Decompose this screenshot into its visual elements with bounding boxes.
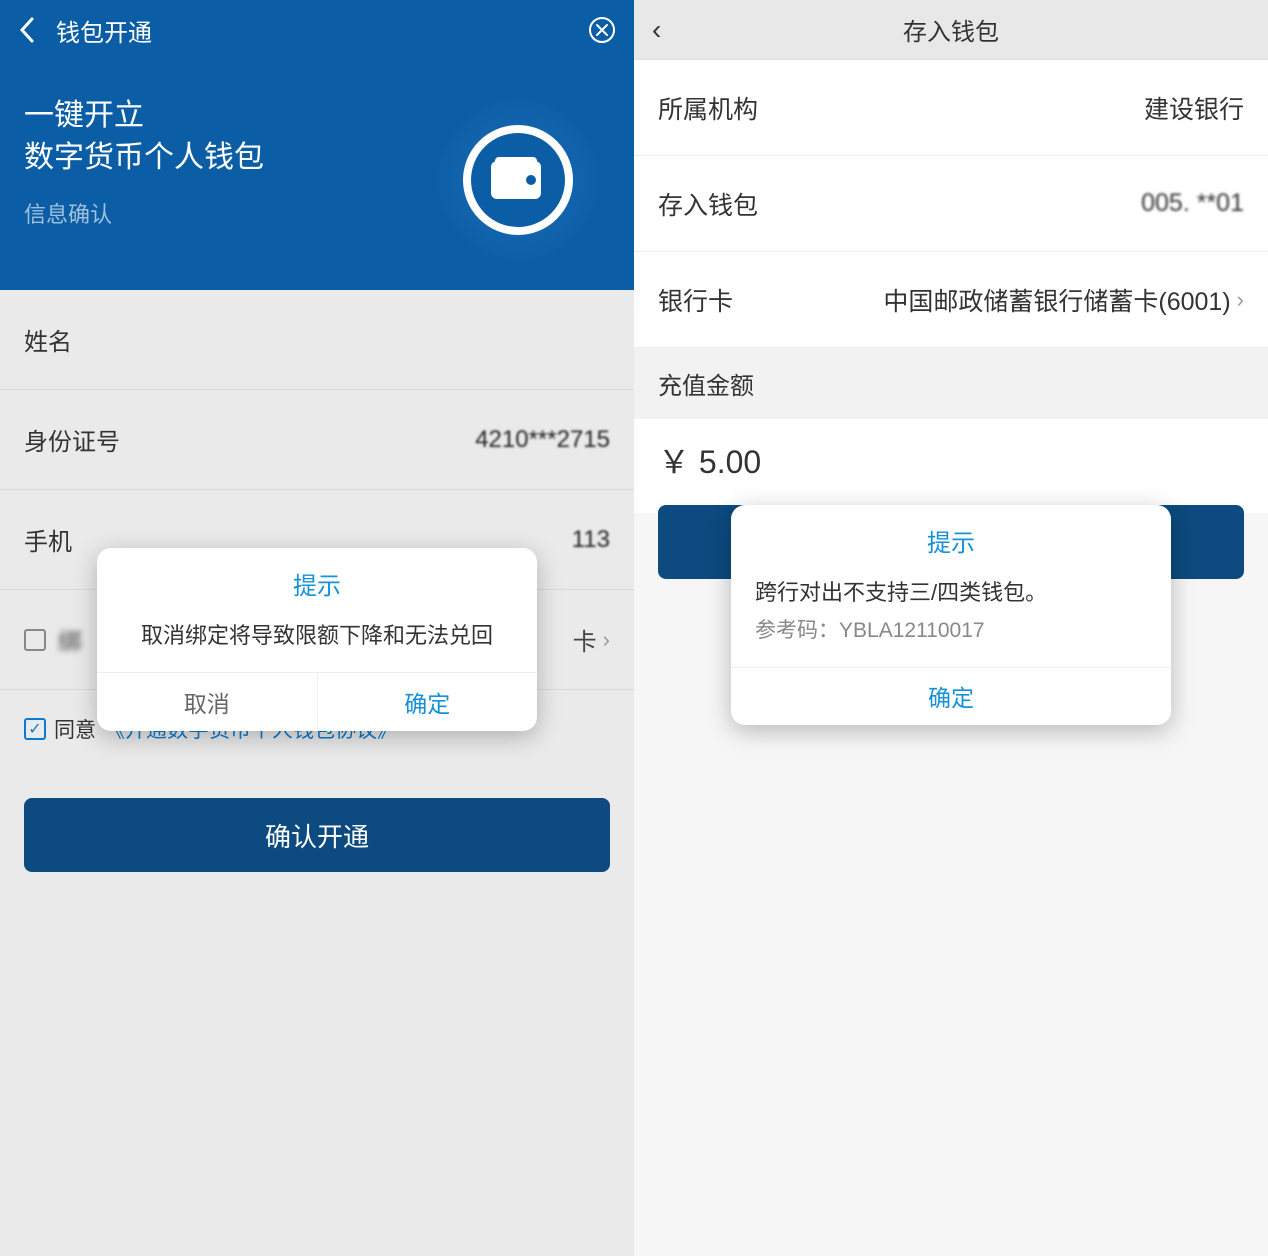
amount-label: 充值金额 [634, 348, 1268, 419]
wallet-value: 005. **01 [1141, 189, 1244, 218]
dialog-body: 跨行对出不支持三/四类钱包。 参考码：YBLA12110017 [731, 568, 1171, 667]
dialog-ok-button[interactable]: 确定 [318, 673, 538, 731]
alert-dialog: 提示 取消绑定将导致限额下降和无法兑回 取消 确定 [97, 548, 537, 731]
amount-value[interactable]: ￥ 5.00 [634, 419, 1268, 513]
field-id-value: 4210***2715 [475, 426, 610, 454]
page-title: 存入钱包 [903, 12, 999, 47]
hero-banner: 一键开立 数字货币个人钱包 信息确认 [0, 60, 634, 290]
ref-label: 参考码： [755, 619, 839, 642]
checkbox-checked-icon[interactable]: ✓ [24, 718, 46, 740]
org-value: 建设银行 [1144, 90, 1244, 126]
field-id-label: 身份证号 [24, 422, 120, 457]
org-label: 所属机构 [658, 90, 758, 126]
card-value: 中国邮政储蓄银行储蓄卡(6001) [883, 282, 1230, 318]
info-list: 所属机构 建设银行 存入钱包 005. **01 银行卡 中国邮政储蓄银行储蓄卡… [634, 60, 1268, 348]
chevron-right-icon: › [603, 627, 610, 653]
wallet-label: 存入钱包 [658, 186, 758, 222]
page-title: 钱包开通 [56, 13, 152, 48]
dialog-cancel-button[interactable]: 取消 [97, 673, 318, 731]
card-row-suffix: 卡 [573, 622, 597, 657]
navbar: ‹ 存入钱包 [634, 0, 1268, 60]
close-circle-icon[interactable] [588, 16, 616, 44]
field-phone-value: 113 [572, 526, 610, 554]
row-card[interactable]: 银行卡 中国邮政储蓄银行储蓄卡(6001) › [634, 252, 1268, 348]
chevron-right-icon: › [1237, 287, 1244, 313]
back-icon[interactable] [18, 16, 38, 44]
field-id[interactable]: 身份证号 4210***2715 [0, 390, 634, 490]
submit-button[interactable]: 确认开通 [24, 798, 610, 872]
card-label: 银行卡 [658, 282, 733, 318]
dialog-body: 取消绑定将导致限额下降和无法兑回 [97, 611, 537, 672]
wallet-icon [463, 125, 573, 235]
dialog-message: 跨行对出不支持三/四类钱包。 [755, 576, 1147, 609]
dialog-actions: 取消 确定 [97, 672, 537, 731]
alert-dialog: 提示 跨行对出不支持三/四类钱包。 参考码：YBLA12110017 确定 [731, 505, 1171, 725]
navbar: 钱包开通 [0, 0, 634, 60]
dialog-title: 提示 [731, 505, 1171, 568]
dialog-ok-button[interactable]: 确定 [731, 667, 1171, 725]
field-phone-label: 手机 [24, 522, 72, 557]
row-org: 所属机构 建设银行 [634, 60, 1268, 156]
field-name[interactable]: 姓名 [0, 290, 634, 390]
wallet-badge [438, 100, 598, 260]
dialog-ref: 参考码：YBLA12110017 [755, 615, 1147, 647]
screen-deposit: ‹ 存入钱包 所属机构 建设银行 存入钱包 005. **01 银行卡 中国邮政… [634, 0, 1268, 1256]
ref-value: YBLA12110017 [839, 619, 985, 642]
screen-wallet-open: 钱包开通 一键开立 数字货币个人钱包 信息确认 姓名 身份证号 4210***2… [0, 0, 634, 1256]
agree-text: 同意 [54, 714, 96, 744]
row-wallet[interactable]: 存入钱包 005. **01 [634, 156, 1268, 252]
dialog-title: 提示 [97, 548, 537, 611]
card-row-left-text: 绑 [58, 622, 82, 657]
field-name-label: 姓名 [24, 322, 72, 357]
back-icon[interactable]: ‹ [652, 14, 661, 46]
checkbox-empty-icon[interactable] [24, 629, 46, 651]
